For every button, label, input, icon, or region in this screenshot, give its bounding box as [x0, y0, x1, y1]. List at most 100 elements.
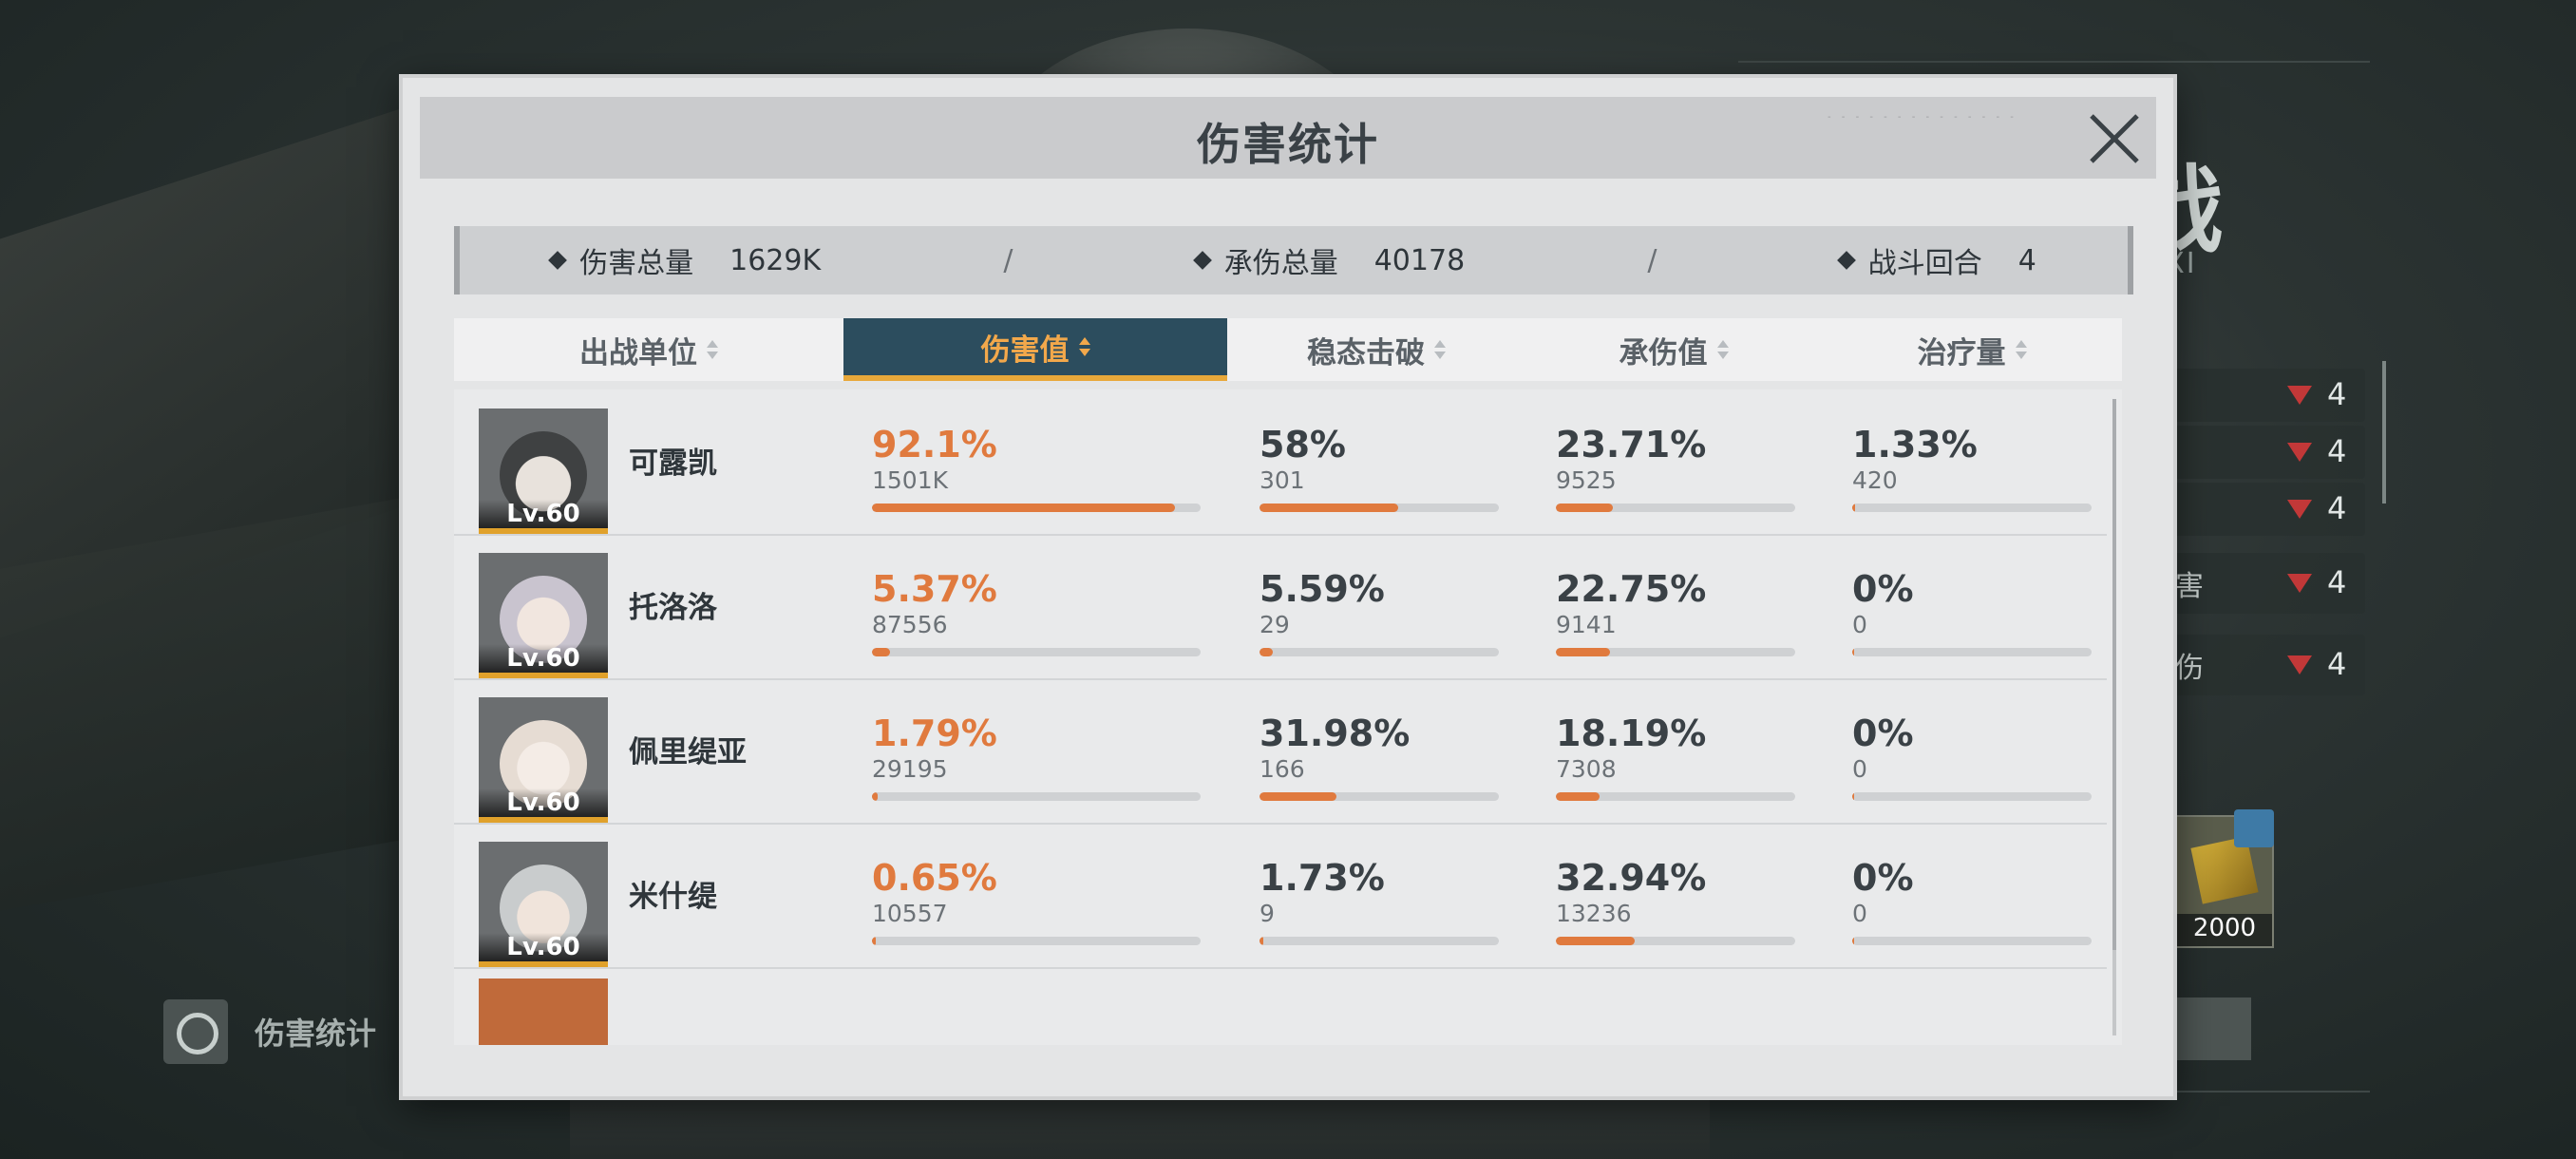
break-cell: 5.59% 29 [1260, 568, 1499, 656]
tab-units-label: 出战单位 [579, 335, 697, 370]
break-raw: 9 [1260, 900, 1275, 927]
level-badge: Lv.60 [479, 933, 608, 961]
sort-icon [2015, 340, 2027, 359]
taken-bar-fill [1556, 792, 1600, 801]
bg-side-row-value: 4 [2327, 564, 2347, 600]
tab-break[interactable]: 稳态击破 [1227, 318, 1525, 381]
table-scrollbar[interactable] [2112, 399, 2116, 1036]
taken-raw: 9141 [1556, 611, 1617, 638]
heal-raw: 420 [1852, 466, 1898, 494]
break-bar-fill [1260, 792, 1336, 801]
damage-cell: 1.79% 29195 [872, 712, 1201, 801]
summary-rounds: 战斗回合 4 [1836, 239, 2036, 281]
damage-stats-modal: 伤害统计 - - - - - - - - - - - - - - 伤害总量 16… [403, 78, 2173, 1096]
taken-percent: 22.75% [1556, 568, 1707, 610]
break-bar [1260, 792, 1499, 801]
heal-bar-fill [1852, 792, 1854, 801]
tab-taken[interactable]: 承伤值 [1525, 318, 1822, 381]
bg-damage-stats-label: 伤害统计 [255, 1016, 377, 1052]
heal-bar [1852, 937, 2092, 945]
diamond-bullet-icon [1836, 251, 1856, 270]
taken-bar [1556, 792, 1795, 801]
table-row[interactable]: Lv.60 可露凯 92.1% 1501K 58% 301 23.71% 952… [454, 390, 2107, 536]
heal-raw: 0 [1852, 900, 1867, 927]
damage-bar-fill [872, 937, 877, 945]
break-percent: 5.59% [1260, 568, 1385, 610]
taken-percent: 18.19% [1556, 712, 1707, 754]
decorative-header-text: - - - - - - - - - - - - - - [1828, 112, 2017, 123]
bg-divider-top [1738, 61, 2370, 63]
damage-raw: 29195 [872, 755, 948, 783]
sort-icon [1434, 340, 1446, 359]
table-scrollbar-thumb[interactable] [2112, 399, 2116, 950]
break-bar-fill [1260, 937, 1264, 945]
stats-icon [163, 999, 228, 1064]
heal-bar-fill [1852, 937, 1854, 945]
summary-total-taken-label: 承伤总量 [1223, 247, 1338, 280]
tab-taken-label: 承伤值 [1619, 335, 1708, 370]
damage-percent: 5.37% [872, 568, 997, 610]
heal-percent: 1.33% [1852, 424, 1978, 466]
damage-percent: 1.79% [872, 712, 997, 754]
bg-side-row-value: 4 [2327, 490, 2347, 526]
bg-reward-count: 2000 [2177, 914, 2272, 946]
break-raw: 29 [1260, 611, 1290, 638]
down-triangle-icon [2287, 500, 2312, 519]
heal-bar [1852, 648, 2092, 656]
damage-cell: 5.37% 87556 [872, 568, 1201, 656]
break-raw: 166 [1260, 755, 1305, 783]
sort-icon [1078, 337, 1090, 356]
bg-damage-stats-entry: 伤害统计 [163, 999, 376, 1064]
tab-units[interactable]: 出战单位 [454, 318, 843, 381]
summary-rounds-value: 4 [2017, 243, 2036, 277]
break-bar [1260, 504, 1499, 512]
bg-side-scrollbar [2382, 361, 2386, 504]
avatar: Lv.60 [479, 553, 608, 678]
break-percent: 31.98% [1260, 712, 1411, 754]
column-tabs: 出战单位 伤害值 稳态击破 承伤值 治疗量 [454, 318, 2122, 381]
heal-bar-fill [1852, 648, 1854, 656]
tab-damage[interactable]: 伤害值 [843, 318, 1227, 381]
bg-side-row-value: 4 [2327, 433, 2347, 469]
damage-raw: 10557 [872, 900, 948, 927]
summary-total-damage-label: 伤害总量 [579, 247, 694, 280]
heal-percent: 0% [1852, 568, 1914, 610]
break-cell: 31.98% 166 [1260, 712, 1499, 801]
diamond-bullet-icon [1192, 251, 1212, 270]
gift-icon [2234, 809, 2274, 847]
sort-icon [1716, 340, 1729, 359]
avatar: Lv.60 [479, 697, 608, 823]
avatar [479, 978, 608, 1045]
damage-bar [872, 792, 1201, 801]
taken-bar [1556, 504, 1795, 512]
down-triangle-icon [2287, 443, 2312, 462]
table-row-partial[interactable] [454, 967, 2107, 1045]
taken-bar-fill [1556, 504, 1613, 512]
down-triangle-icon [2287, 656, 2312, 674]
bg-side-row-value: 4 [2327, 376, 2347, 412]
taken-bar-fill [1556, 937, 1635, 945]
unit-name: 可露凯 [629, 446, 717, 481]
heal-cell: 0% 0 [1852, 568, 2092, 656]
table-row[interactable]: Lv.60 米什缇 0.65% 10557 1.73% 9 32.94% 132… [454, 823, 2107, 969]
taken-cell: 32.94% 13236 [1556, 857, 1795, 945]
close-button[interactable] [2076, 101, 2152, 177]
damage-bar [872, 504, 1201, 512]
summary-bar: 伤害总量 1629K / 承伤总量 40178 / 战斗回合 4 [454, 226, 2133, 294]
heal-percent: 0% [1852, 712, 1914, 754]
bg-side-row-value: 4 [2327, 646, 2347, 682]
damage-percent: 0.65% [872, 857, 997, 899]
level-badge: Lv.60 [479, 644, 608, 673]
damage-raw: 87556 [872, 611, 948, 638]
break-bar [1260, 648, 1499, 656]
damage-percent: 92.1% [872, 424, 997, 466]
heal-raw: 0 [1852, 611, 1867, 638]
close-icon [2090, 114, 2139, 163]
table-row[interactable]: Lv.60 佩里缇亚 1.79% 29195 31.98% 166 18.19%… [454, 678, 2107, 825]
table-row[interactable]: Lv.60 托洛洛 5.37% 87556 5.59% 29 22.75% 91… [454, 534, 2107, 680]
tab-damage-label: 伤害值 [980, 332, 1070, 368]
stats-table[interactable]: Lv.60 可露凯 92.1% 1501K 58% 301 23.71% 952… [454, 390, 2122, 1045]
heal-cell: 0% 0 [1852, 857, 2092, 945]
break-bar-fill [1260, 648, 1274, 656]
tab-healing[interactable]: 治疗量 [1822, 318, 2122, 381]
